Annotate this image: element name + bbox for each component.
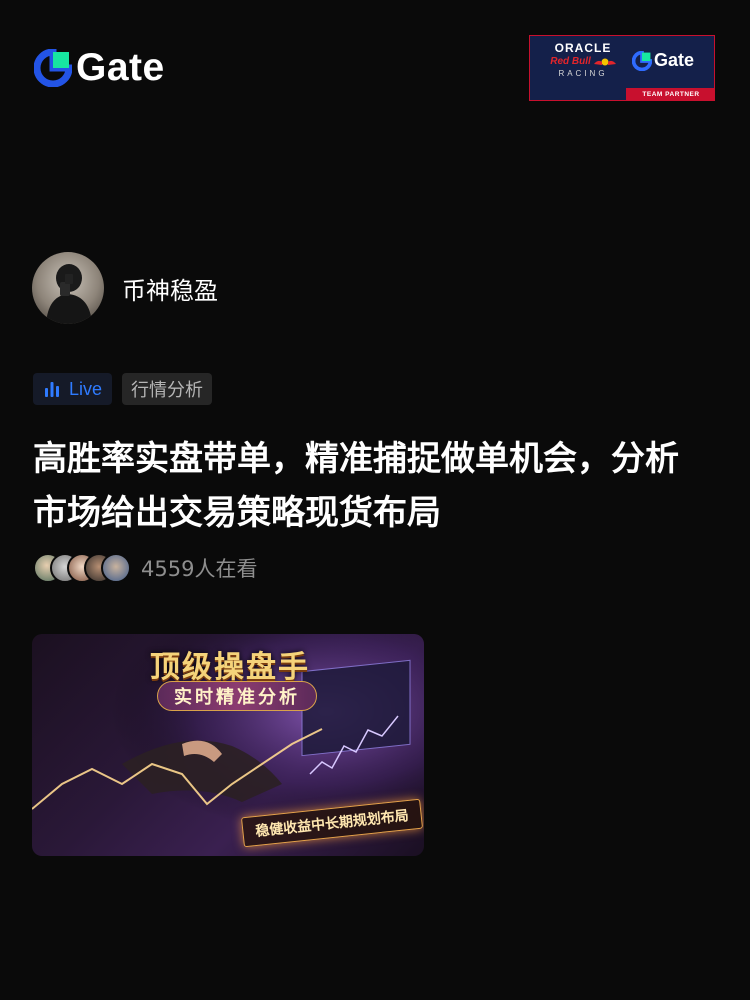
thumbnail-title: 顶级操盘手 xyxy=(150,650,310,685)
partner-gate-text: Gate xyxy=(654,50,695,70)
gate-logo-icon xyxy=(34,49,72,87)
oracle-text: ORACLE xyxy=(554,41,612,55)
host-info[interactable]: 币神稳盈 xyxy=(32,252,218,324)
live-label: Live xyxy=(69,378,103,399)
live-bars-icon xyxy=(45,382,59,397)
oracle-redbull-logo: ORACLE Red Bull RACING xyxy=(538,42,628,90)
viewer-avatar xyxy=(101,553,131,583)
gate-small-icon xyxy=(632,50,652,71)
gate-logo: Gate xyxy=(34,46,165,90)
viewer-count: 4559人在看 xyxy=(141,557,258,581)
live-tag: Live xyxy=(33,373,113,405)
racing-text: RACING xyxy=(558,69,608,78)
host-name[interactable]: 币神稳盈 xyxy=(122,271,218,306)
tag-row: Live 行情分析 xyxy=(33,373,213,405)
viewer-info: 4559人在看 xyxy=(33,553,257,583)
category-tag[interactable]: 行情分析 xyxy=(122,373,213,405)
partner-badge: ORACLE Red Bull RACING Gate TEAM PARTNER xyxy=(529,35,715,101)
bull-icon xyxy=(593,58,616,66)
thumbnail-subtitle: 实时精准分析 xyxy=(157,681,317,711)
brand-name: Gate xyxy=(76,46,165,89)
host-avatar[interactable] xyxy=(32,252,104,324)
stream-thumbnail[interactable]: 顶级操盘手 实时精准分析 稳健收益中长期规划布局 xyxy=(32,634,424,856)
live-room-card: Gate ORACLE Red Bull RACING Gate TEAM PA… xyxy=(0,0,750,1000)
person-silhouette-icon xyxy=(46,264,92,324)
partner-gate-logo: Gate xyxy=(632,50,694,71)
redbull-text: Red Bull xyxy=(550,56,591,67)
stream-title[interactable]: 高胜率实盘带单，精准捕捉做单机会，分析市场给出交易策略现货布局 xyxy=(33,432,693,540)
viewer-avatars xyxy=(33,553,131,583)
team-partner-label: TEAM PARTNER xyxy=(626,88,714,100)
